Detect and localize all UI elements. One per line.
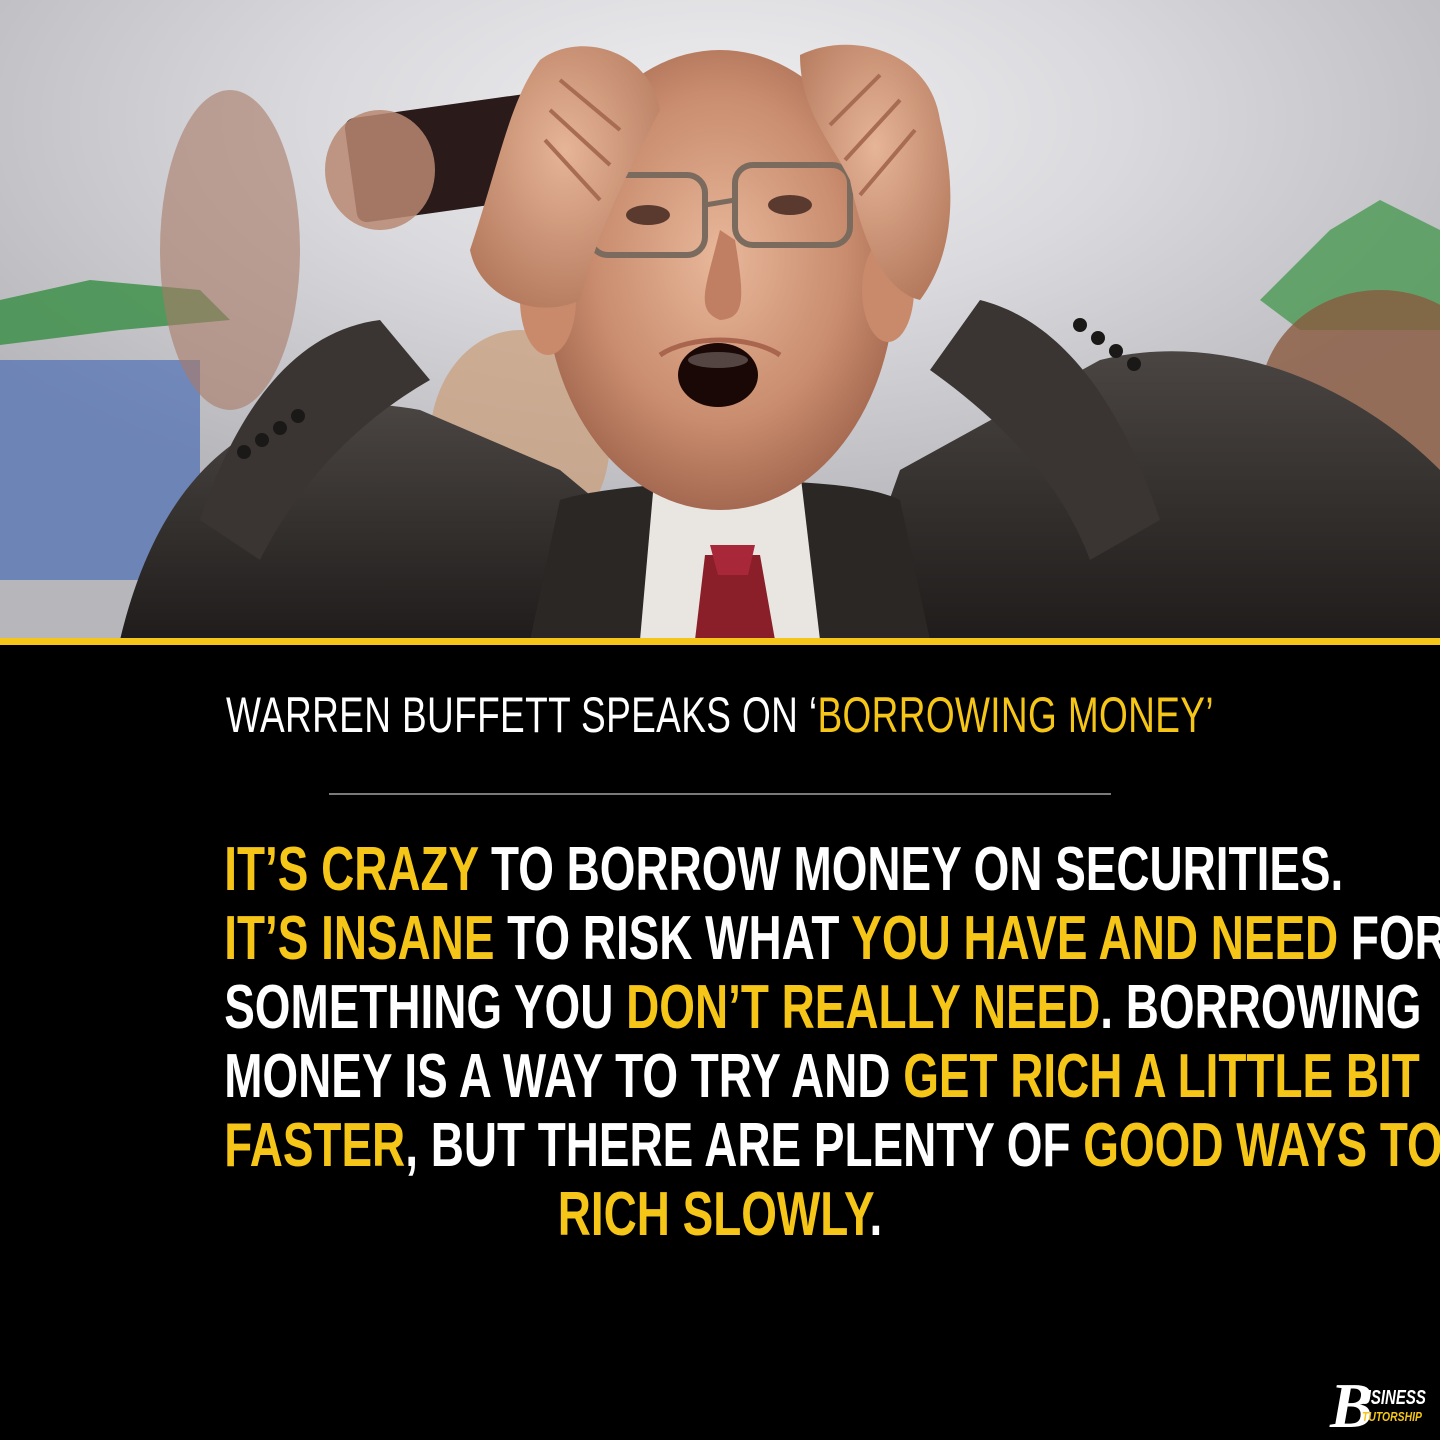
quote-highlight: GET RICH A LITTLE BIT [903, 1042, 1420, 1111]
logo-word-bottom: TUTORSHIP [1362, 1409, 1422, 1424]
quote-highlight: DON’T REALLY NEED [626, 973, 1101, 1042]
quote-text: IT’S CRAZY TO BORROW MONEY ON SECURITIES… [50, 835, 1440, 1249]
headline: WARREN BUFFETT SPEAKS ON ‘BORROWING MONE… [187, 685, 1253, 745]
quote-line: MONEY IS A WAY TO TRY AND GET RICH A LIT… [224, 1042, 1420, 1111]
accent-divider-bar [0, 638, 1440, 645]
quote-segment: MONEY IS A WAY TO TRY AND [224, 1042, 904, 1111]
headline-end: ’ [1205, 687, 1214, 743]
business-tutorship-logo: B USINESS TUTORSHIP [1330, 1374, 1430, 1438]
photo [0, 0, 1440, 640]
quote-highlight: FASTER [224, 1111, 406, 1180]
quote-line: SOMETHING YOU DON’T REALLY NEED. BORROWI… [224, 973, 1421, 1042]
man-holding-head-photo [0, 44, 1440, 640]
quote-segment: TO BORROW MONEY ON SECURITIES. [478, 835, 1344, 904]
quote-highlight: RICH SLOWLY [557, 1180, 870, 1249]
headline-divider [329, 793, 1111, 795]
quote-line: FASTER, BUT THERE ARE PLENTY OF GOOD WAY… [224, 1111, 1440, 1180]
quote-segment: FOR [1338, 904, 1440, 973]
quote-segment: . BORROWING [1100, 973, 1422, 1042]
quote-segment: . [869, 1180, 883, 1249]
headline-text: WARREN BUFFETT SPEAKS ON ‘ [226, 687, 818, 743]
text-panel: WARREN BUFFETT SPEAKS ON ‘BORROWING MONE… [0, 645, 1440, 1440]
quote-poster: WARREN BUFFETT SPEAKS ON ‘BORROWING MONE… [0, 0, 1440, 1440]
quote-segment: SOMETHING YOU [224, 973, 627, 1042]
quote-line: IT’S INSANE TO RISK WHAT YOU HAVE AND NE… [224, 904, 1440, 973]
quote-line: IT’S CRAZY TO BORROW MONEY ON SECURITIES… [224, 835, 1343, 904]
quote-highlight: GOOD WAYS TO GET [1083, 1111, 1440, 1180]
quote-segment: , BUT THERE ARE PLENTY OF [405, 1111, 1084, 1180]
headline-highlight: BORROWING MONEY [817, 687, 1206, 743]
logo-word-top: USINESS [1360, 1387, 1426, 1409]
quote-line: RICH SLOWLY. [224, 1180, 1216, 1249]
quote-segment: TO RISK WHAT [494, 904, 852, 973]
quote-highlight: YOU HAVE AND NEED [851, 904, 1339, 973]
quote-highlight: IT’S CRAZY [224, 835, 479, 904]
quote-highlight: IT’S INSANE [224, 904, 495, 973]
